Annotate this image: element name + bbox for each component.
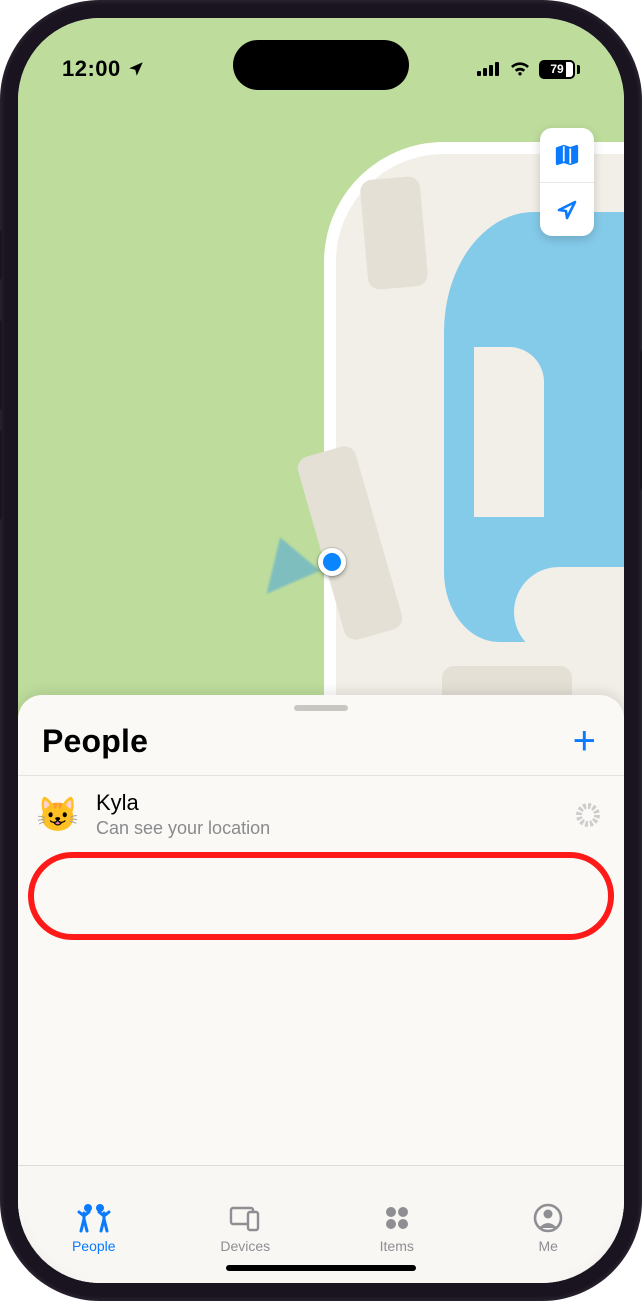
me-icon	[531, 1203, 565, 1233]
tab-me[interactable]: Me	[473, 1166, 625, 1283]
loading-spinner-icon	[576, 803, 600, 827]
battery-level: 79	[550, 62, 563, 76]
home-indicator[interactable]	[226, 1265, 416, 1271]
side-button	[0, 230, 2, 280]
side-button	[0, 320, 2, 410]
sheet-grabber[interactable]	[294, 705, 348, 711]
devices-icon	[228, 1203, 262, 1233]
person-row[interactable]: 😺 Kyla Can see your location	[18, 776, 624, 853]
location-heading-beam	[247, 537, 320, 610]
status-time: 12:00	[62, 56, 121, 82]
person-subtitle: Can see your location	[96, 818, 560, 839]
map-building	[359, 176, 428, 291]
device-frame: 12:00 79	[0, 0, 642, 1301]
map-controls	[540, 128, 594, 236]
tab-label: Devices	[220, 1238, 270, 1254]
wifi-icon	[509, 61, 531, 77]
tab-label: Items	[380, 1238, 414, 1254]
locate-me-button[interactable]	[540, 182, 594, 236]
tab-label: People	[72, 1238, 116, 1254]
annotation-highlight	[28, 852, 614, 940]
tab-people[interactable]: People	[18, 1166, 170, 1283]
dynamic-island	[233, 40, 409, 90]
person-name: Kyla	[96, 790, 560, 816]
location-services-icon	[127, 60, 145, 78]
map-mode-button[interactable]	[540, 128, 594, 182]
person-avatar: 😺	[36, 793, 80, 837]
screen: 12:00 79	[18, 18, 624, 1283]
tab-label: Me	[539, 1238, 558, 1254]
map-icon	[554, 142, 580, 168]
map-water	[444, 212, 624, 642]
current-location-dot	[318, 548, 346, 576]
items-icon	[380, 1203, 414, 1233]
people-icon	[77, 1203, 111, 1233]
side-button	[0, 430, 2, 520]
battery-indicator: 79	[539, 60, 580, 79]
sheet-title: People	[42, 723, 148, 760]
cellular-icon	[477, 61, 501, 77]
location-arrow-icon	[555, 198, 579, 222]
add-person-button[interactable]: +	[573, 721, 596, 761]
